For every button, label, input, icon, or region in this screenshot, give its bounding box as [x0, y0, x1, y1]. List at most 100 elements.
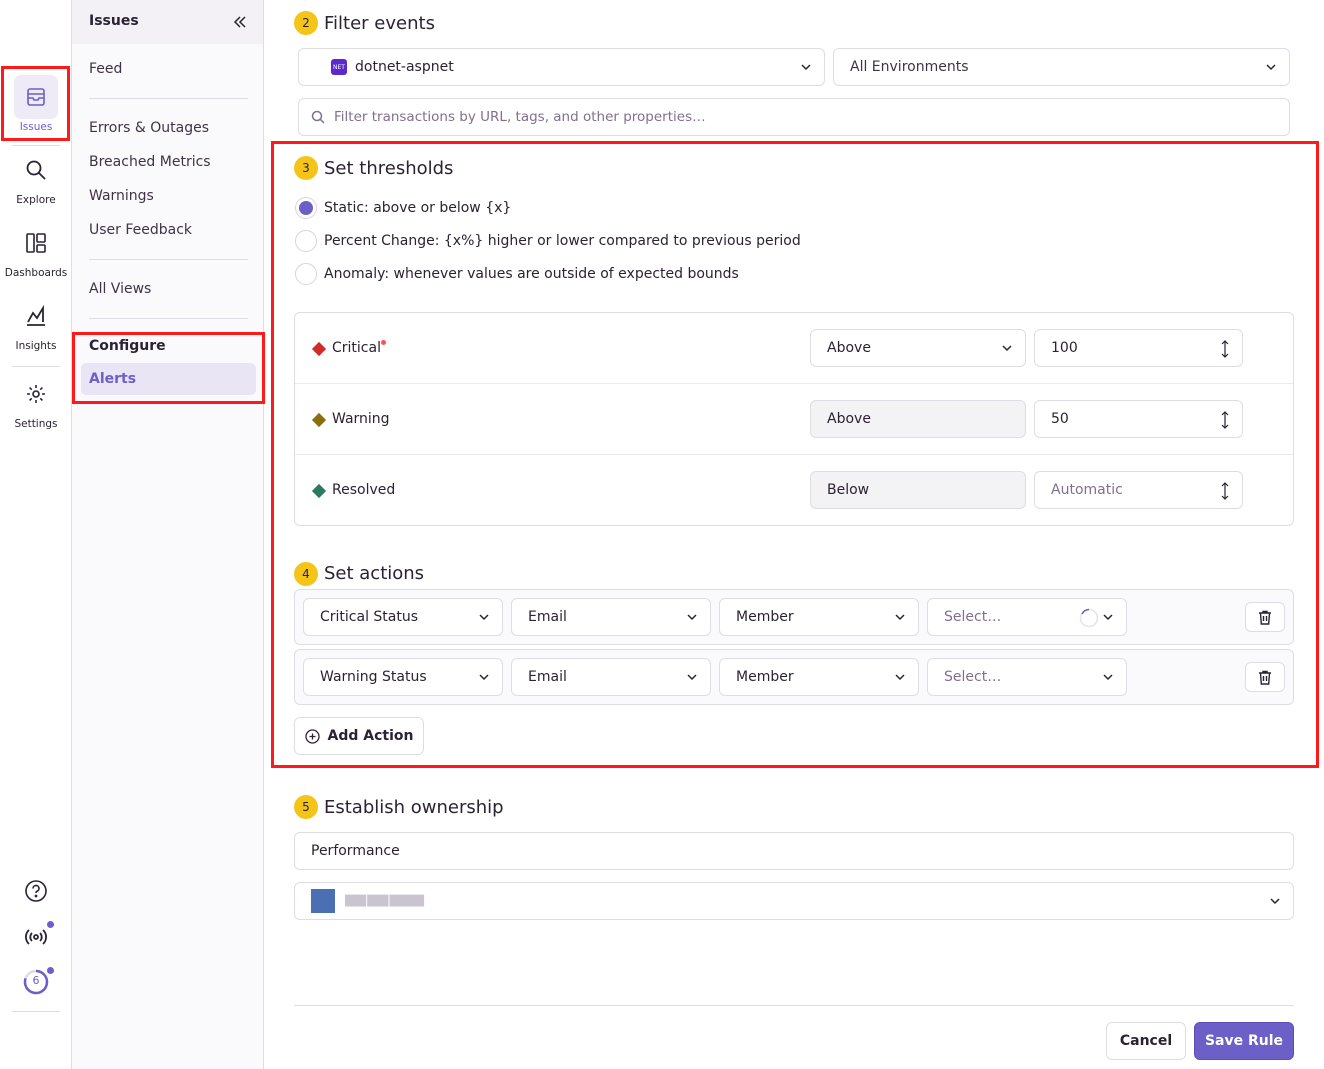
broadcasts-button[interactable] — [0, 925, 72, 949]
critical-value-input[interactable]: 100 — [1034, 329, 1243, 367]
threshold-type-anomaly[interactable]: Anomaly: whenever values are outside of … — [295, 263, 739, 285]
set-actions-title: Set actions — [324, 563, 425, 584]
save-rule-button[interactable]: Save Rule — [1194, 1022, 1294, 1060]
team-name-redacted: ███ ███ █████ — [345, 895, 424, 907]
threshold-type-static[interactable]: Static: above or below {x} — [295, 197, 511, 219]
rail-divider — [12, 1011, 60, 1012]
onboarding-count: 6 — [32, 974, 40, 987]
add-action-label: Add Action — [327, 728, 414, 744]
step-badge-3: 3 — [294, 156, 318, 180]
subnav-item-feed[interactable]: Feed — [89, 61, 122, 77]
nav-settings[interactable]: Settings — [0, 372, 72, 430]
team-owner-select[interactable]: ███ ███ █████ — [294, 882, 1294, 920]
warning-value-input[interactable]: 50 — [1034, 400, 1243, 438]
nav-insights[interactable]: Insights — [0, 294, 72, 352]
subnav-title: Issues — [89, 13, 139, 29]
subnav-item-errors-outages[interactable]: Errors & Outages — [89, 120, 209, 136]
rail-divider — [12, 145, 60, 146]
resolved-direction-value: Below — [827, 482, 870, 498]
project-select[interactable]: NET dotnet-aspnet — [298, 48, 825, 86]
environment-select-value: All Environments — [850, 59, 969, 75]
action-target-type-value: Member — [736, 609, 794, 625]
stepper-icon[interactable] — [1220, 339, 1230, 359]
footer-divider — [294, 1005, 1294, 1006]
onboarding-dot — [47, 967, 54, 974]
threshold-row-resolved: Resolved Below Automatic — [295, 455, 1293, 526]
search-icon — [14, 148, 58, 192]
help-button[interactable] — [0, 879, 72, 903]
stepper-icon[interactable] — [1220, 481, 1230, 501]
nav-dashboards[interactable]: Dashboards — [0, 221, 72, 279]
chevron-double-left-icon — [233, 16, 246, 28]
resolved-label: Resolved — [332, 482, 396, 498]
search-icon — [311, 110, 325, 124]
transaction-filter-search[interactable]: Filter transactions by URL, tags, and ot… — [298, 98, 1290, 136]
threshold-type-percent[interactable]: Percent Change: {x%} higher or lower com… — [295, 230, 801, 252]
chevron-down-icon — [895, 614, 905, 621]
critical-direction-select[interactable]: Above — [810, 329, 1026, 367]
critical-diamond-icon — [311, 341, 327, 357]
critical-value: 100 — [1051, 340, 1078, 356]
action-target-select[interactable]: Select… — [927, 658, 1127, 696]
subnav-item-all-views[interactable]: All Views — [89, 281, 151, 297]
subnav-divider — [89, 98, 248, 99]
action-target-type-select[interactable]: Member — [719, 598, 919, 636]
action-type-select[interactable]: Email — [511, 598, 711, 636]
trash-icon — [1259, 670, 1271, 685]
insights-icon — [14, 294, 58, 338]
primary-nav-rail: Issues Explore Dashboards Insights Setti… — [0, 0, 72, 1069]
collapse-sidebar-button[interactable] — [230, 12, 250, 32]
delete-action-button[interactable] — [1245, 602, 1285, 632]
nav-issues[interactable]: Issues — [0, 75, 72, 133]
set-thresholds-title: Set thresholds — [324, 158, 454, 179]
threshold-row-warning: Warning Above 50 — [295, 384, 1293, 455]
action-target-select[interactable]: Select… — [927, 598, 1127, 636]
chevron-down-icon — [687, 614, 697, 621]
nav-explore[interactable]: Explore — [0, 148, 72, 206]
environment-select[interactable]: All Environments — [833, 48, 1290, 86]
resolved-value-input[interactable]: Automatic — [1034, 471, 1243, 509]
threshold-row-critical: Critical Above 100 — [295, 313, 1293, 384]
radio-static-label: Static: above or below {x} — [324, 200, 512, 216]
action-type-select[interactable]: Email — [511, 658, 711, 696]
subnav-divider — [89, 318, 248, 319]
action-type-value: Email — [528, 669, 567, 685]
stepper-icon[interactable] — [1220, 410, 1230, 430]
chevron-down-icon — [479, 614, 489, 621]
radio-static[interactable] — [295, 197, 317, 219]
chevron-down-icon — [1103, 614, 1113, 621]
action-target-type-select[interactable]: Member — [719, 658, 919, 696]
radio-anomaly[interactable] — [295, 263, 317, 285]
chevron-down-icon — [687, 674, 697, 681]
subnav-section-configure: Configure — [89, 338, 166, 354]
chevron-down-icon — [1002, 345, 1012, 352]
radio-percent-change[interactable] — [295, 230, 317, 252]
subnav-item-user-feedback[interactable]: User Feedback — [89, 222, 192, 238]
rule-name-input[interactable]: Performance — [294, 832, 1294, 870]
filter-events-title: Filter events — [324, 13, 435, 34]
subnav-item-alerts-label: Alerts — [89, 371, 137, 387]
chevron-down-icon — [1103, 674, 1113, 681]
nav-settings-label: Settings — [14, 418, 58, 430]
delete-action-button[interactable] — [1245, 662, 1285, 692]
cancel-button[interactable]: Cancel — [1106, 1022, 1186, 1060]
action-trigger-select[interactable]: Warning Status — [303, 658, 503, 696]
nav-explore-label: Explore — [16, 194, 56, 206]
trash-icon — [1259, 610, 1271, 625]
step-badge-2: 2 — [294, 11, 318, 35]
action-row: Critical Status Email Member Select… — [294, 589, 1294, 645]
chevron-down-icon — [1266, 64, 1276, 71]
subnav-item-warnings[interactable]: Warnings — [89, 188, 154, 204]
action-trigger-select[interactable]: Critical Status — [303, 598, 503, 636]
inbox-icon — [14, 75, 58, 119]
action-target-placeholder: Select… — [944, 609, 1002, 625]
warning-value: 50 — [1051, 411, 1069, 427]
subnav-item-breached-metrics[interactable]: Breached Metrics — [89, 154, 211, 170]
action-row: Warning Status Email Member Select… — [294, 649, 1294, 705]
resolved-direction-select: Below — [810, 471, 1026, 509]
radio-percent-change-label: Percent Change: {x%} higher or lower com… — [324, 233, 801, 249]
warning-direction-value: Above — [827, 411, 871, 427]
action-target-type-value: Member — [736, 669, 794, 685]
add-action-button[interactable]: Add Action — [294, 717, 424, 755]
nav-issues-label: Issues — [19, 121, 53, 133]
